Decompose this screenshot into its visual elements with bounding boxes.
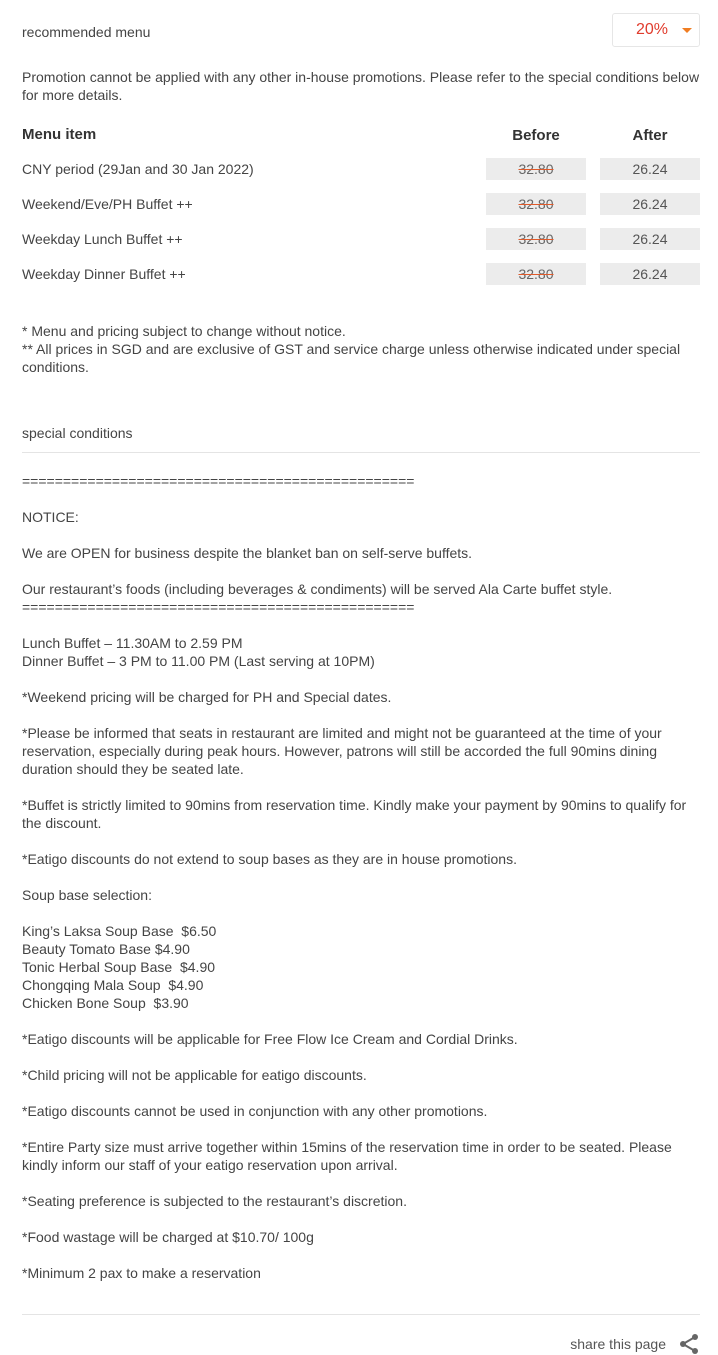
chevron-down-icon — [682, 27, 692, 33]
condition-line: We are OPEN for business despite the bla… — [22, 545, 473, 561]
promo-note: Promotion cannot be applied with any oth… — [22, 69, 700, 103]
condition-line: Tonic Herbal Soup Base $4.90 — [22, 959, 216, 975]
footnotes: * Menu and pricing subject to change wit… — [22, 322, 702, 376]
discount-select[interactable]: 20% — [612, 13, 700, 47]
condition-line — [22, 1120, 700, 1138]
divider — [22, 1314, 700, 1315]
condition-line — [22, 868, 700, 886]
condition-line — [22, 1174, 700, 1192]
price-before: 32.80 — [486, 158, 586, 180]
price-after: 26.24 — [600, 193, 700, 215]
table-row: Weekend/Eve/PH Buffet ++ 32.80 26.24 — [22, 187, 700, 222]
condition-line: ========================================… — [22, 599, 415, 615]
condition-line — [22, 1012, 700, 1030]
col-header-after: After — [632, 127, 668, 144]
col-header-item: Menu item — [22, 126, 97, 143]
condition-line: *Child pricing will not be applicable fo… — [22, 1067, 367, 1083]
condition-line: *Minimum 2 pax to make a reservation — [22, 1265, 261, 1281]
condition-line: King’s Laksa Soup Base $6.50 — [22, 923, 217, 939]
price-after: 26.24 — [600, 158, 700, 180]
footnote: * Menu and pricing subject to change wit… — [22, 323, 346, 339]
menu-item-name: Weekday Lunch Buffet ++ — [22, 231, 183, 247]
menu-table: Menu item Before After CNY period (29Jan… — [22, 122, 700, 292]
price-after: 26.24 — [600, 228, 700, 250]
table-row: Weekday Lunch Buffet ++ 32.80 26.24 — [22, 222, 700, 257]
condition-line — [22, 562, 700, 580]
condition-line — [22, 1246, 700, 1264]
share-button[interactable]: share this page — [570, 1333, 700, 1355]
condition-line — [22, 1084, 700, 1102]
table-header: Menu item Before After — [22, 122, 700, 152]
menu-item-name: CNY period (29Jan and 30 Jan 2022) — [22, 161, 254, 177]
condition-line: Chicken Bone Soup $3.90 — [22, 995, 189, 1011]
condition-line: *Seating preference is subjected to the … — [22, 1193, 407, 1209]
condition-line — [22, 832, 700, 850]
menu-header: recommended menu 20% — [22, 0, 700, 60]
condition-line: *Eatigo discounts will be applicable for… — [22, 1031, 518, 1047]
table-row: CNY period (29Jan and 30 Jan 2022) 32.80… — [22, 152, 700, 187]
price-before: 32.80 — [486, 193, 586, 215]
condition-line: *Eatigo discounts do not extend to soup … — [22, 851, 517, 867]
condition-line: ========================================… — [22, 473, 415, 489]
col-header-before: Before — [512, 127, 560, 144]
menu-item-name: Weekday Dinner Buffet ++ — [22, 266, 186, 282]
condition-line — [22, 1210, 700, 1228]
price-before: 32.80 — [486, 263, 586, 285]
condition-line — [22, 616, 700, 634]
price-before: 32.80 — [486, 228, 586, 250]
condition-line: *Buffet is strictly limited to 90mins fr… — [22, 797, 691, 831]
condition-line: *Eatigo discounts cannot be used in conj… — [22, 1103, 488, 1119]
discount-value: 20% — [636, 21, 669, 38]
divider — [22, 452, 700, 453]
special-conditions-body: ========================================… — [22, 472, 700, 1282]
section-title: recommended menu — [22, 24, 151, 40]
condition-line: Soup base selection: — [22, 887, 152, 903]
condition-line: NOTICE: — [22, 509, 79, 525]
condition-line — [22, 778, 700, 796]
condition-line: Our restaurant’s foods (including bevera… — [22, 581, 613, 597]
share-icon — [680, 1334, 698, 1354]
condition-line — [22, 904, 700, 922]
footnote: ** All prices in SGD and are exclusive o… — [22, 341, 681, 375]
condition-line: *Entire Party size must arrive together … — [22, 1139, 676, 1173]
condition-line — [22, 706, 700, 724]
share-label: share this page — [570, 1336, 666, 1352]
table-row: Weekday Dinner Buffet ++ 32.80 26.24 — [22, 257, 700, 292]
condition-line — [22, 1048, 700, 1066]
condition-line — [22, 526, 700, 544]
condition-line: *Weekend pricing will be charged for PH … — [22, 689, 392, 705]
price-after: 26.24 — [600, 263, 700, 285]
promotion-panel: recommended menu 20% Promotion cannot be… — [22, 0, 700, 1315]
condition-line — [22, 670, 700, 688]
condition-line: *Please be informed that seats in restau… — [22, 725, 666, 777]
condition-line — [22, 490, 700, 508]
special-conditions-title: special conditions — [22, 425, 133, 441]
condition-line: *Food wastage will be charged at $10.70/… — [22, 1229, 314, 1245]
condition-line: Lunch Buffet – 11.30AM to 2.59 PM — [22, 635, 243, 651]
condition-line: Dinner Buffet – 3 PM to 11.00 PM (Last s… — [22, 653, 375, 669]
condition-line: Chongqing Mala Soup $4.90 — [22, 977, 204, 993]
condition-line: Beauty Tomato Base $4.90 — [22, 941, 190, 957]
menu-item-name: Weekend/Eve/PH Buffet ++ — [22, 196, 193, 212]
